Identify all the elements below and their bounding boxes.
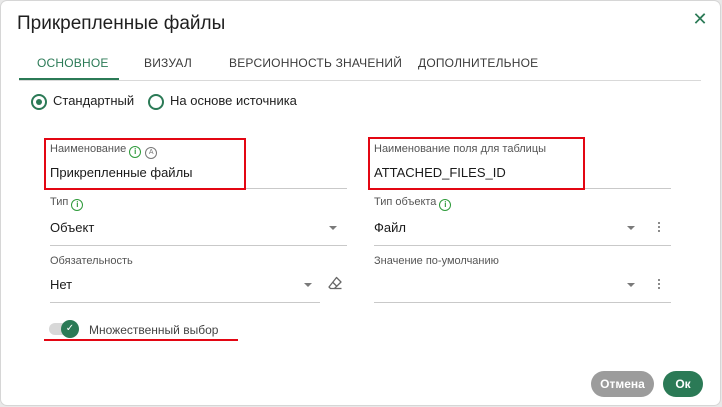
type-field-underline (50, 245, 347, 246)
type-select[interactable]: Тип i Объект (50, 196, 347, 246)
default-value-field-label: Значение по-умолчанию (374, 255, 499, 267)
radio-unchecked-icon (148, 94, 164, 110)
default-value-field-underline (374, 302, 671, 303)
chevron-down-icon[interactable] (304, 283, 312, 287)
required-field-underline (50, 302, 320, 303)
object-type-field-underline (374, 245, 671, 246)
more-options-icon[interactable] (657, 222, 661, 234)
radio-standard-label: Стандартный (53, 93, 135, 108)
multiple-choice-label: Множественный выбор (89, 323, 219, 337)
close-icon[interactable]: ✕ (690, 9, 710, 29)
object-type-field-label: Тип объекта i (374, 196, 452, 211)
tab-bar: ОСНОВНОЕ ВИЗУАЛ ВЕРСИОННОСТЬ ЗНАЧЕНИЙ ДО… (19, 47, 702, 81)
tab-additional[interactable]: ДОПОЛНИТЕЛЬНОЕ (418, 47, 538, 79)
dialog-title: Прикрепленные файлы (17, 13, 226, 34)
default-value-select[interactable]: Значение по-умолчанию (374, 255, 671, 303)
ok-button[interactable]: Ок (663, 371, 703, 397)
tabs-divider (19, 80, 701, 81)
object-type-label-text: Тип объекта (374, 196, 437, 208)
info-icon[interactable]: i (439, 199, 452, 211)
tab-main[interactable]: ОСНОВНОЕ (37, 47, 109, 79)
chevron-down-icon[interactable] (627, 283, 635, 287)
object-type-field-value: Файл (374, 220, 406, 235)
type-label-text: Тип (50, 196, 69, 208)
chevron-down-icon[interactable] (329, 226, 337, 230)
radio-checked-icon (31, 94, 47, 110)
object-type-select[interactable]: Тип объекта i Файл (374, 196, 671, 246)
highlight-box (44, 138, 246, 190)
more-options-icon[interactable] (657, 279, 661, 291)
radio-source-based-label: На основе источника (170, 93, 297, 108)
tab-visual[interactable]: ВИЗУАЛ (144, 47, 192, 79)
multiple-choice-toggle[interactable]: ✓ (49, 320, 79, 338)
highlight-underline (44, 339, 238, 341)
dialog: Прикрепленные файлы ✕ ОСНОВНОЕ ВИЗУАЛ ВЕ… (1, 1, 720, 405)
required-field-value: Нет (50, 277, 73, 292)
tab-value-versioning[interactable]: ВЕРСИОННОСТЬ ЗНАЧЕНИЙ (229, 47, 402, 79)
type-field-label: Тип i (50, 196, 84, 211)
type-field-value: Объект (50, 220, 95, 235)
eraser-icon[interactable] (327, 275, 343, 291)
required-field-label: Обязательность (50, 255, 133, 267)
check-icon: ✓ (61, 320, 79, 338)
chevron-down-icon[interactable] (627, 226, 635, 230)
required-select[interactable]: Обязательность Нет (50, 255, 320, 303)
highlight-box (368, 137, 585, 190)
info-icon[interactable]: i (71, 199, 84, 211)
cancel-button[interactable]: Отмена (591, 371, 654, 397)
